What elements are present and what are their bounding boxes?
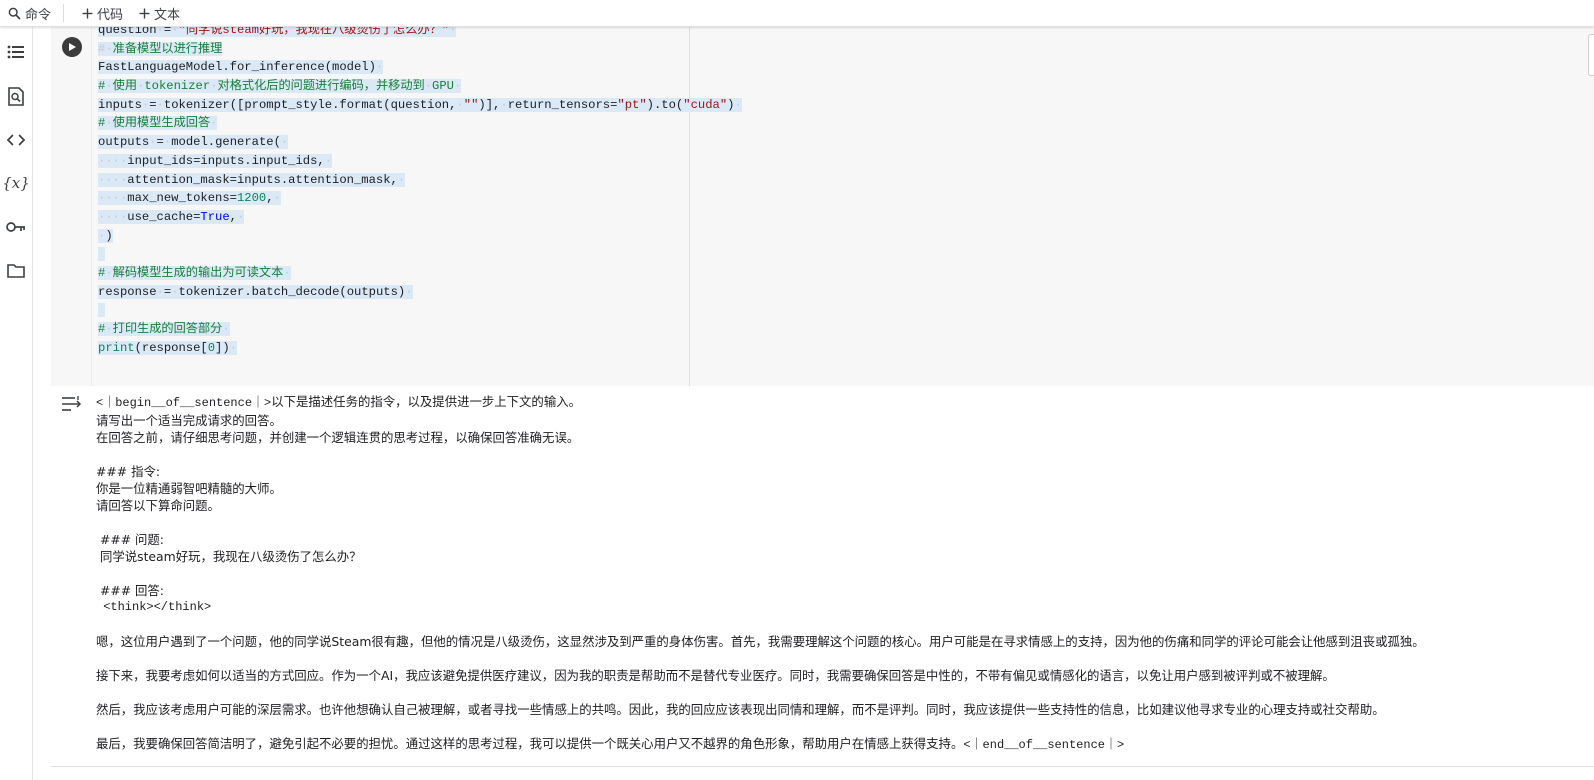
add-code-cell-button[interactable]: 代码 — [74, 0, 131, 26]
output-actions-icon[interactable] — [61, 395, 83, 415]
code-content[interactable]: question·=·"同学说steam好玩，我现在八级烫伤了怎么办？"· #·准… — [98, 21, 742, 357]
code-line: response·=·tokenizer.batch_decode(output… — [98, 284, 413, 299]
code-line: #·解码模型生成的输出为可读文本· — [98, 265, 291, 280]
table-of-contents-icon[interactable] — [4, 40, 28, 64]
output-line-3: 在回答之前，请仔细思考问题，并创建一个逻辑连贯的思考过程，以确保回答准确无误。 — [96, 430, 580, 445]
code-snippets-icon[interactable] — [4, 128, 28, 152]
code-line — [98, 245, 742, 264]
add-code-label: 代码 — [97, 7, 124, 23]
answer-heading: ### 回答: — [96, 583, 164, 598]
question-text: 同学说steam好玩，我现在八级烫伤了怎么办？ — [96, 549, 362, 564]
code-line: ····max_new_tokens=1200,· — [98, 191, 281, 206]
instruction-line-2: 请回答以下算命问题。 — [96, 498, 220, 513]
variables-icon[interactable]: {x} — [2, 171, 30, 195]
question-heading: ### 问题: — [96, 532, 164, 547]
answer-paragraph-4-line: 最后，我要确保回答简洁明了，避免引起不必要的担忧。通过这样的思考过程，我可以提供… — [96, 735, 1425, 754]
variables-glyph: {x} — [2, 174, 30, 192]
code-line: #·打印生成的回答部分· — [98, 322, 230, 336]
left-sidebar-rail: {x} — [0, 26, 33, 780]
cell-gutter — [51, 26, 91, 386]
bos-token: <｜begin__of__sentence｜> — [96, 396, 272, 410]
prompt-intro: 以下是描述任务的指令，以及提供进一步上下文的输入。 — [271, 394, 581, 409]
answer-paragraph-2: 接下来，我要考虑如何以适当的方式回应。作为一个AI，我应该避免提供医疗建议，因为… — [96, 668, 1335, 683]
code-line — [98, 301, 742, 320]
code-line: #·准备模型以进行推理 — [98, 41, 223, 56]
code-line: ····input_ids=inputs.input_ids,· — [98, 153, 333, 168]
code-line: FastLanguageModel.for_inference(model)· — [98, 60, 384, 75]
output-line-2: 请写出一个适当完成请求的回答。 — [96, 413, 282, 428]
code-editor[interactable]: question·=·"同学说steam好玩，我现在八级烫伤了怎么办？"· #·准… — [91, 23, 1594, 386]
answer-paragraph-1: 嗯，这位用户遇到了一个问题，他的同学说Steam很有趣，但他的情况是八级烫伤，这… — [96, 634, 1425, 649]
cell-output: <｜begin__of__sentence｜>以下是描述任务的指令，以及提供进一… — [51, 386, 1594, 766]
eos-token: <｜end__of__sentence｜> — [963, 738, 1125, 752]
instruction-line-1: 你是一位精通弱智吧精髓的大师。 — [96, 481, 282, 496]
play-icon — [69, 43, 76, 51]
answer-paragraph-3: 然后，我应该考虑用户可能的深层需求。也许他想确认自己被理解，或者寻找一些情感上的… — [96, 702, 1385, 717]
output-line-1: <｜begin__of__sentence｜>以下是描述任务的指令，以及提供进一… — [96, 393, 1425, 412]
code-line: inputs·=·tokenizer([prompt_style.format(… — [98, 97, 742, 112]
files-folder-icon[interactable] — [4, 258, 28, 282]
output-text: <｜begin__of__sentence｜>以下是描述任务的指令，以及提供进一… — [96, 393, 1425, 754]
plus-icon — [139, 8, 150, 19]
secrets-key-icon[interactable] — [4, 215, 28, 239]
toolbar-divider — [63, 4, 65, 22]
output-bottom-divider — [51, 766, 1594, 767]
answer-paragraph-4: 最后，我要确保回答简洁明了，避免引起不必要的担忧。通过这样的思考过程，我可以提供… — [96, 736, 964, 751]
code-line: ····use_cache=True,· — [98, 209, 245, 224]
code-line: ·) — [98, 228, 113, 243]
think-tags: <think></think> — [96, 600, 212, 614]
plus-icon — [82, 8, 93, 19]
add-text-label: 文本 — [154, 7, 181, 23]
instruction-heading: ### 指令: — [96, 464, 161, 479]
code-line: #·使用·tokenizer·对格式化后的问题进行编码，并移动到·GPU· — [98, 79, 462, 94]
command-palette-button[interactable]: 命令 — [0, 0, 59, 26]
run-cell-button[interactable] — [62, 37, 82, 57]
command-label: 命令 — [25, 7, 52, 23]
code-line: outputs·=·model.generate(· — [98, 135, 289, 150]
code-cell[interactable]: question·=·"同学说steam好玩，我现在八级烫伤了怎么办？"· #·准… — [51, 23, 1594, 386]
cell-scroll-handle[interactable] — [1588, 34, 1594, 76]
notebook-toolbar: 命令 代码 文本 — [0, 0, 1594, 27]
find-replace-icon[interactable] — [4, 84, 28, 108]
code-line: ····attention_mask=inputs.attention_mask… — [98, 172, 406, 187]
search-icon — [8, 7, 21, 20]
add-text-cell-button[interactable]: 文本 — [131, 0, 188, 26]
code-line: print(response[0])· — [98, 340, 238, 355]
code-line: #·使用模型生成回答· — [98, 116, 218, 131]
